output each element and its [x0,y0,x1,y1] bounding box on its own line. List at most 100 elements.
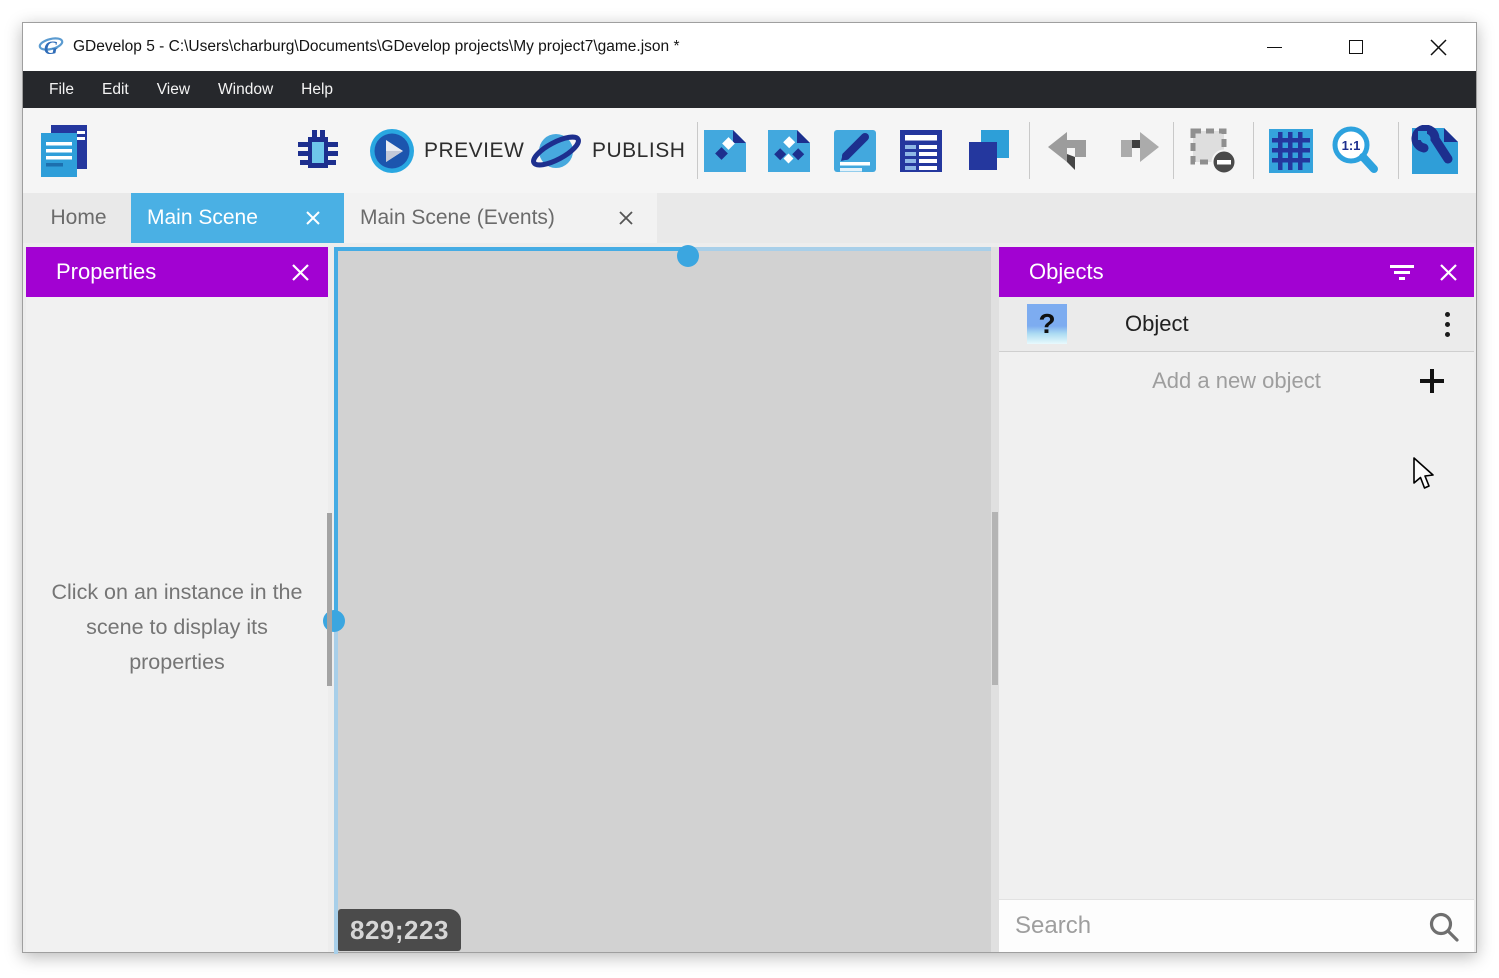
scene-canvas[interactable] [338,247,991,952]
layers-editor-button[interactable] [964,108,1012,193]
minimize-icon [1267,47,1282,48]
undo-button[interactable] [1044,108,1096,193]
grid-icon [1266,126,1316,176]
zoom-1-1-icon: 1:1 [1329,125,1381,177]
scene-settings-button[interactable] [1409,108,1461,193]
desktop: G GDevelop 5 - C:\Users\charburg\Documen… [0,0,1499,978]
preview-button[interactable]: PREVIEW [369,108,524,193]
object-thumbnail-question-icon: ? [1027,304,1067,344]
plus-icon [1419,368,1445,394]
instances-list-icon [898,128,944,174]
tab-label: Main Scene [147,206,258,230]
close-icon [1430,39,1447,56]
close-icon [291,263,310,282]
properties-panel: Properties Click on an instance in the s… [26,247,328,952]
tab-label: Main Scene (Events) [360,206,555,230]
maximize-icon [1349,40,1363,54]
debugger-button[interactable] [294,108,342,193]
minimize-button[interactable] [1250,23,1298,71]
menu-edit[interactable]: Edit [88,71,143,108]
add-object-button[interactable] [1410,353,1454,408]
toolbar-separator [1253,122,1254,179]
canvas-vertical-scrollbar[interactable] [992,512,998,685]
edit-pencil-icon [832,128,878,174]
tab-close-button[interactable] [615,207,637,229]
objects-panel: Objects ? [999,247,1474,952]
properties-panel-header: Properties [26,247,328,297]
object-list-item[interactable]: ? Object [999,297,1474,352]
layers-icon [964,128,1012,174]
export-scene-button[interactable] [702,108,748,193]
search-icon [1428,911,1460,948]
panel-edge-line [688,247,999,251]
menu-file[interactable]: File [35,71,88,108]
properties-empty-message: Click on an instance in the scene to dis… [49,575,305,680]
objects-close-button[interactable] [1428,247,1468,297]
objects-filter-button[interactable] [1382,247,1422,297]
preview-label: PREVIEW [424,139,524,163]
tab-label: Home [50,206,106,230]
project-manager-icon [37,123,91,179]
toggle-grid-button[interactable] [1266,108,1316,193]
close-icon [1439,263,1458,282]
filter-icon [1389,263,1415,282]
tab-main-scene-events[interactable]: Main Scene (Events) [344,193,657,243]
edit-scene-properties-button[interactable] [832,108,878,193]
svg-text:1:1: 1:1 [1342,138,1361,153]
add-object-row[interactable]: Add a new object [999,353,1474,408]
objects-search-bar [999,899,1474,952]
menu-bar: File Edit View Window Help [23,71,1476,108]
object-name: Object [1125,311,1189,337]
window-controls [1250,23,1476,71]
publish-globe-icon [529,125,583,177]
publish-button[interactable]: PUBLISH [529,108,685,193]
redo-icon [1111,130,1163,172]
zoom-original-button[interactable]: 1:1 [1329,108,1381,193]
titlebar: G GDevelop 5 - C:\Users\charburg\Documen… [23,23,1476,71]
menu-view[interactable]: View [143,71,204,108]
tab-close-button[interactable] [302,207,324,229]
redo-button[interactable] [1111,108,1163,193]
menu-help[interactable]: Help [287,71,347,108]
objects-editor-button[interactable] [766,108,812,193]
tab-bar: Home Main Scene Main Scene (Events) [23,193,1476,243]
clear-selection-button[interactable] [1189,108,1237,193]
tab-main-scene[interactable]: Main Scene [131,193,344,243]
objects-panel-title: Objects [1029,259,1104,285]
close-icon [305,210,321,226]
toolbar: PREVIEW PUBLISH [23,108,1476,193]
search-input[interactable] [999,900,1474,952]
object-menu-kebab-icon[interactable] [1445,309,1450,339]
canvas-vertical-scrollbar[interactable] [327,513,332,686]
objects-cubes-icon [766,128,812,174]
tab-home[interactable]: Home [26,193,131,243]
panel-drag-handle[interactable] [677,245,699,267]
cursor-coordinates-badge: 829;223 [338,909,461,951]
window-title: GDevelop 5 - C:\Users\charburg\Documents… [73,38,679,56]
properties-panel-body: Click on an instance in the scene to dis… [26,297,328,952]
properties-close-button[interactable] [280,247,320,297]
project-manager-button[interactable] [37,108,91,193]
svg-text:G: G [44,38,58,59]
add-object-label: Add a new object [1152,368,1321,394]
menu-window[interactable]: Window [204,71,287,108]
scene-properties-wrench-icon [1409,125,1461,177]
editor-content: Properties Click on an instance in the s… [23,243,1476,952]
gdevelop-window: G GDevelop 5 - C:\Users\charburg\Documen… [22,22,1477,953]
toolbar-separator [697,122,698,179]
publish-label: PUBLISH [592,139,685,163]
close-icon [618,210,634,226]
toolbar-separator [1029,122,1030,179]
instances-list-button[interactable] [898,108,944,193]
debugger-icon [294,127,342,175]
close-button[interactable] [1414,23,1462,71]
undo-icon [1044,130,1096,172]
gdevelop-logo-icon: G [38,34,64,60]
panel-edge-line [334,621,338,954]
maximize-button[interactable] [1332,23,1380,71]
export-scene-icon [702,128,748,174]
toolbar-separator [1398,122,1399,179]
properties-panel-title: Properties [56,259,156,285]
panel-edge-line [334,247,688,251]
deselect-mask-icon [1189,127,1237,175]
